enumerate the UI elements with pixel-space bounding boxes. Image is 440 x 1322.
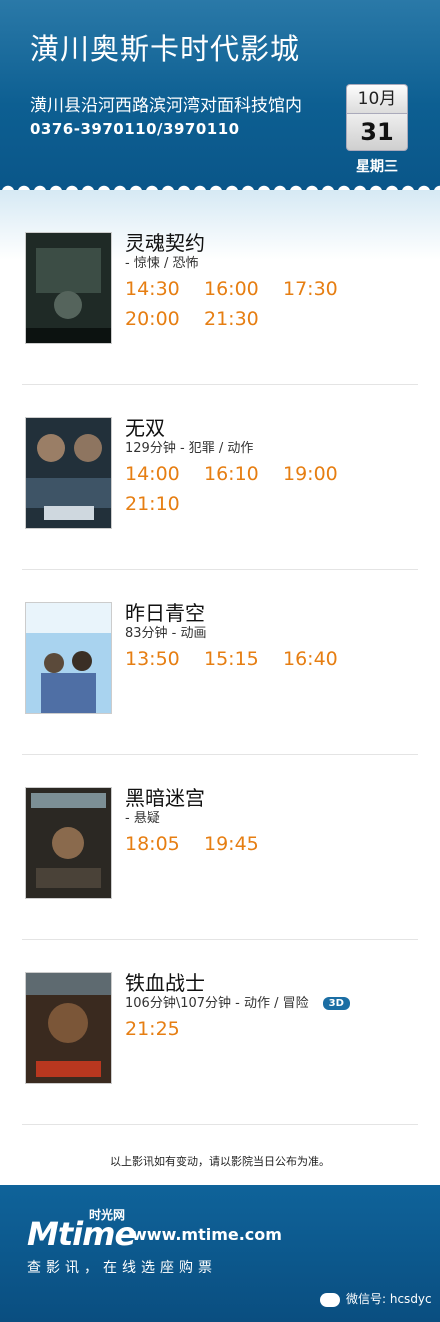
showtime[interactable]: 20:00 — [125, 308, 204, 330]
movie-poster[interactable] — [25, 417, 112, 529]
showtime[interactable]: 21:10 — [125, 493, 204, 515]
calendar-icon: 10月 31 — [346, 84, 408, 151]
movie-meta-text: 106分钟\107分钟 - 动作 / 冒险 — [125, 996, 309, 1011]
wechat-icon — [320, 1292, 340, 1307]
wechat-text: 微信号: hcsdyc — [346, 1292, 432, 1306]
mtime-logo[interactable]: Mtime 时光网 — [27, 1208, 136, 1253]
divider — [22, 384, 418, 385]
movie-item[interactable]: 黑暗迷宫 - 悬疑 18:05 19:45 — [0, 786, 440, 972]
movie-poster[interactable] — [25, 602, 112, 714]
movie-meta: 106分钟\107分钟 - 动作 / 冒险 3D — [125, 992, 350, 1011]
movie-meta: - 惊悚 / 恐怖 — [125, 256, 199, 271]
showtimes: 21:25 — [125, 1018, 425, 1048]
showtime[interactable]: 14:30 — [125, 278, 204, 300]
showtime[interactable]: 21:25 — [125, 1018, 204, 1040]
calendar-month: 10月 — [346, 84, 408, 113]
showtime[interactable]: 13:50 — [125, 648, 204, 670]
ticket-edge — [0, 1177, 440, 1193]
notice-text: 以上影讯如有变动，请以影院当日公布为准。 — [110, 1155, 330, 1168]
movie-meta: 129分钟 - 犯罪 / 动作 — [125, 441, 254, 456]
footer: Mtime 时光网 www.mtime.com 查影讯，在线选座购票 微信号: … — [0, 1177, 440, 1322]
showtimes: 18:05 19:45 — [125, 833, 425, 863]
showtime[interactable]: 19:45 — [204, 833, 283, 855]
movie-item[interactable]: 铁血战士 106分钟\107分钟 - 动作 / 冒险 3D 21:25 — [0, 971, 440, 1157]
movie-item[interactable]: 昨日青空 83分钟 - 动画 13:50 15:15 16:40 — [0, 601, 440, 787]
movie-item[interactable]: 灵魂契约 - 惊悚 / 恐怖 14:30 16:00 17:3020:00 21:30 — [0, 231, 440, 417]
showtime[interactable]: 18:05 — [125, 833, 204, 855]
movie-meta: 83分钟 - 动画 — [125, 626, 207, 641]
movie-poster[interactable] — [25, 972, 112, 1084]
wechat-id: 微信号: hcsdyc — [320, 1290, 432, 1307]
site-link[interactable]: www.mtime.com — [132, 1225, 282, 1244]
slogan: 查影讯，在线选座购票 — [27, 1260, 217, 1276]
showtime[interactable]: 15:15 — [204, 648, 283, 670]
showtime[interactable]: 19:00 — [283, 463, 362, 485]
movie-item[interactable]: 无双 129分钟 - 犯罪 / 动作 14:00 16:10 19:0021:10 — [0, 416, 440, 602]
showtime[interactable]: 16:10 — [204, 463, 283, 485]
showtimes: 13:50 15:15 16:40 — [125, 648, 425, 678]
cinema-name: 潢川奥斯卡时代影城 — [30, 32, 301, 66]
showtime[interactable]: 14:00 — [125, 463, 204, 485]
calendar-day: 31 — [346, 113, 408, 151]
showtime[interactable]: 17:30 — [283, 278, 362, 300]
movie-poster[interactable] — [25, 787, 112, 899]
divider — [22, 1124, 418, 1125]
showtime[interactable]: 21:30 — [204, 308, 283, 330]
divider — [22, 569, 418, 570]
showtime[interactable]: 16:40 — [283, 648, 362, 670]
cinema-address: 潢川县沿河西路滨河湾对面科技馆内 — [30, 96, 302, 116]
logo-cn: 时光网 — [89, 1208, 126, 1222]
movie-meta: - 悬疑 — [125, 811, 160, 826]
showtimes: 14:30 16:00 17:30 20:00 21:30 — [125, 278, 425, 338]
calendar-weekday: 星期三 — [356, 159, 398, 175]
showtimes: 14:00 16:10 19:00 21:10 — [125, 463, 425, 523]
3d-badge: 3D — [322, 997, 350, 1010]
divider — [22, 754, 418, 755]
divider — [22, 939, 418, 940]
movie-poster[interactable] — [25, 232, 112, 344]
header: 潢川奥斯卡时代影城 潢川县沿河西路滨河湾对面科技馆内 0376-3970110/… — [0, 0, 440, 192]
showtime[interactable]: 16:00 — [204, 278, 283, 300]
cinema-phone: 0376-3970110/3970110 — [30, 120, 240, 138]
